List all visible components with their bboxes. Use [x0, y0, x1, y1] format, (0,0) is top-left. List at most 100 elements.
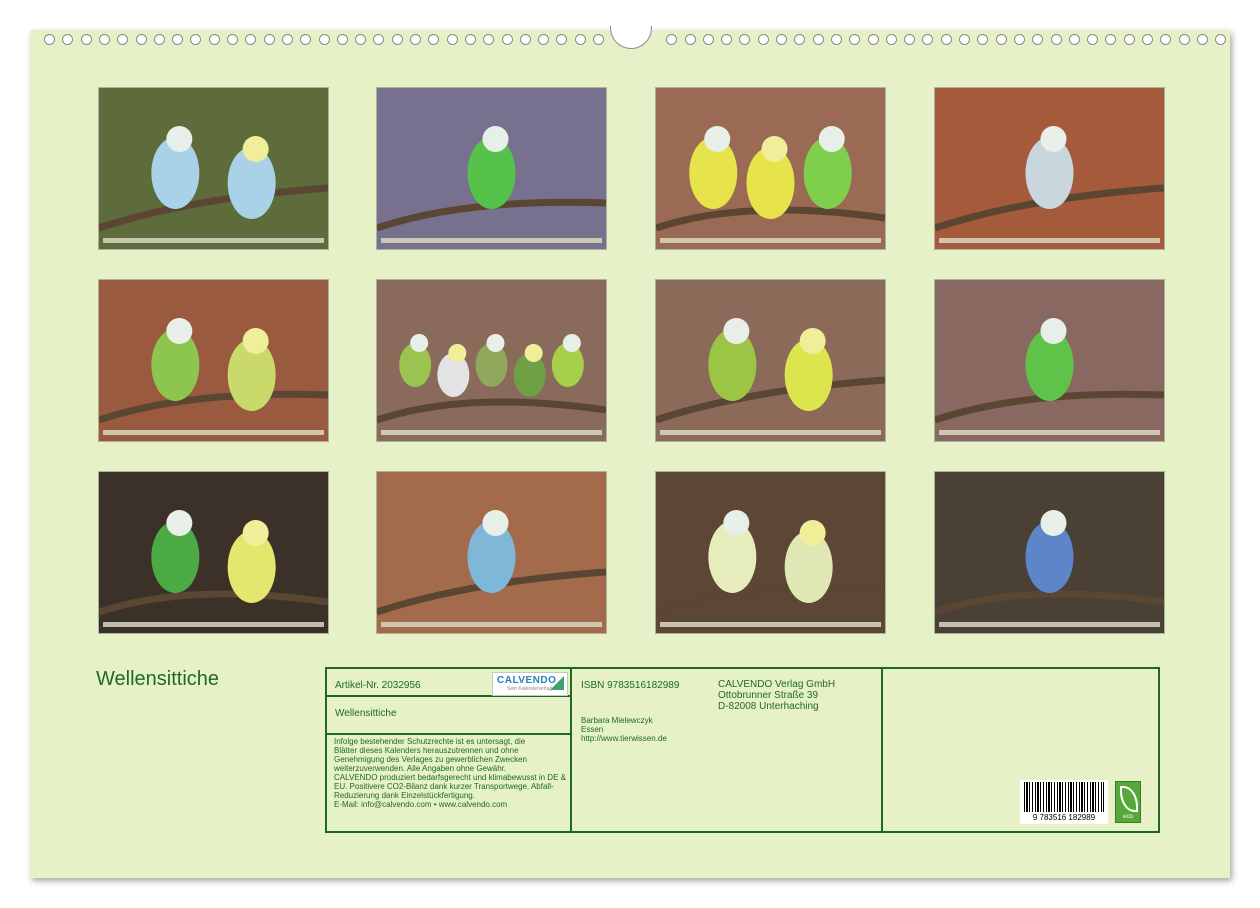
legal-line: Genehmigung des Verlages zu gewerblichen… — [334, 755, 528, 764]
binding-hole — [593, 34, 604, 45]
isbn: ISBN 9783516182989 — [581, 680, 680, 691]
binding-hole — [959, 34, 970, 45]
binding-hole — [830, 34, 842, 45]
leaf-icon — [1120, 786, 1138, 812]
binding-hole — [1142, 34, 1153, 45]
budgie-head — [242, 328, 269, 354]
legal-line: EU. Positivere CO2-Bilanz dank kurzer Tr… — [334, 782, 554, 791]
binding-hole — [300, 34, 312, 45]
binding-hole — [1068, 34, 1080, 45]
month-photo — [376, 87, 607, 250]
budgie-head — [242, 136, 269, 162]
calendar-day-strip — [939, 622, 1160, 627]
budgie-photo — [377, 472, 606, 633]
binding-hole — [940, 34, 952, 45]
budgie-head — [562, 334, 581, 352]
budgie-photo — [656, 88, 885, 249]
binding-hole — [849, 34, 861, 45]
calendar-day-strip — [103, 430, 324, 435]
binding-hole — [464, 34, 476, 45]
binding-hole — [666, 34, 678, 45]
budgie-photo — [377, 88, 606, 249]
binding-hole — [44, 34, 55, 45]
budgie-head — [166, 126, 193, 152]
calendar-title: Wellensittiche — [96, 668, 220, 690]
calendar-day-strip — [103, 238, 324, 243]
budgie-head — [448, 344, 467, 362]
calendar-day-strip — [381, 430, 602, 435]
binding-hole — [721, 34, 733, 45]
author-info: Barbara Mielewczyk Essen http://www.tier… — [581, 716, 667, 743]
calendar-day-strip — [660, 622, 881, 627]
budgie-photo — [935, 280, 1164, 441]
binding-hole — [263, 34, 275, 45]
binding-hole — [1013, 34, 1025, 45]
binding-hole — [538, 34, 550, 45]
binding-hole — [190, 34, 202, 45]
month-photo — [934, 471, 1165, 634]
binding-hole — [1032, 34, 1044, 45]
binding-hole — [318, 34, 330, 45]
binding-hole — [1050, 34, 1062, 45]
legal-line: E-Mail: info@calvendo.com • www.calvendo… — [334, 800, 508, 809]
logo-text: CALVENDO — [497, 675, 557, 686]
binding-hole — [794, 34, 806, 45]
budgie-photo — [99, 88, 328, 249]
photo-background — [99, 280, 328, 441]
binding-hole — [153, 34, 165, 45]
article-number: Artikel-Nr. 2032956 — [335, 680, 421, 691]
binding-hole — [812, 34, 824, 45]
legal-line: Infolge bestehender Schutzrechte ist es … — [334, 737, 526, 746]
eco-label: eco — [1123, 814, 1133, 820]
budgie-head — [410, 334, 429, 352]
logo-subtext: Sein Kalenderverlag — [507, 686, 553, 692]
budgie-head — [723, 318, 750, 344]
binding-hole — [391, 34, 403, 45]
binding-hole — [281, 34, 293, 45]
calendar-day-strip — [103, 622, 324, 627]
month-photo — [98, 279, 329, 442]
budgie-head — [524, 344, 543, 362]
binding-hole — [336, 34, 348, 45]
budgie-head — [799, 520, 826, 546]
binding-hole — [227, 34, 238, 45]
calendar-back-cover: Wellensittiche Artikel-Nr. 2032956 CALVE… — [30, 26, 1230, 878]
budgie-head — [1040, 126, 1067, 152]
budgie-head — [1040, 318, 1067, 344]
binding-hole — [1123, 34, 1135, 45]
month-photo — [376, 279, 607, 442]
binding-hole — [355, 34, 367, 45]
binding-hole — [739, 34, 751, 45]
budgie-head — [761, 136, 788, 162]
binding-hole — [904, 34, 916, 45]
barcode-number: 9 783516 182989 — [1032, 813, 1096, 822]
month-photo — [934, 87, 1165, 250]
binding-hole — [867, 34, 879, 45]
budgie-photo — [99, 280, 328, 441]
budgie-head — [166, 510, 193, 536]
binding-hole — [922, 34, 934, 45]
legal-line: CALVENDO produziert bedarfsgerecht und k… — [334, 773, 566, 782]
calendar-day-strip — [381, 238, 602, 243]
month-photo — [655, 87, 886, 250]
publisher-line: CALVENDO Verlag GmbH — [718, 679, 836, 690]
month-photo — [98, 471, 329, 634]
publisher-address: CALVENDO Verlag GmbH Ottobrunner Straße … — [718, 679, 835, 712]
budgie-head — [704, 126, 731, 152]
binding-hole — [410, 34, 421, 45]
budgie-head — [482, 510, 509, 536]
legal-line: weiterzuverwenden. Alle Angaben ohne Gew… — [334, 764, 507, 773]
binding-hole — [977, 34, 989, 45]
month-photo — [376, 471, 607, 634]
author-line: Essen — [581, 725, 604, 734]
calvendo-logo: CALVENDO Sein Kalenderverlag — [492, 672, 568, 696]
calendar-day-strip — [381, 622, 602, 627]
month-photo — [98, 87, 329, 250]
binding-hole — [208, 34, 220, 45]
budgie-head — [242, 520, 269, 546]
budgie-head — [799, 328, 826, 354]
binding-hole — [483, 34, 495, 45]
author-line: Barbara Mielewczyk — [581, 716, 653, 725]
budgie-photo — [99, 472, 328, 633]
budgie-head — [482, 126, 509, 152]
